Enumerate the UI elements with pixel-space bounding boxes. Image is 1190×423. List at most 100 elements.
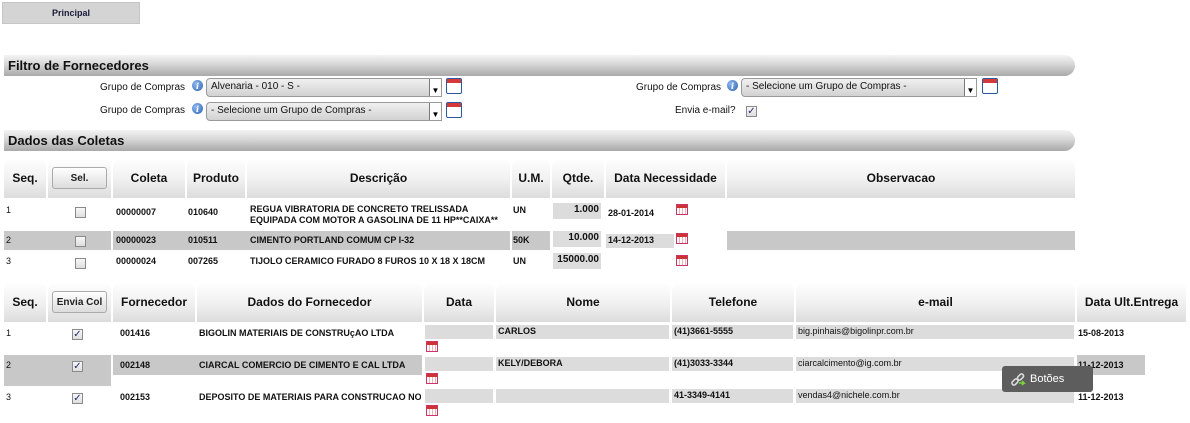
chevron-down-icon: ▼ — [429, 103, 441, 120]
header-seq: Seq. — [4, 158, 46, 198]
row-um: UN — [513, 205, 526, 215]
header-descricao: Descrição — [247, 158, 510, 198]
row-dados: BIGOLIN MATERIAIS DE CONSTRUçAO LTDA — [199, 328, 395, 338]
envia-email-label: Envia e-mail? — [675, 105, 736, 116]
header-fornecedor: Fornecedor — [113, 282, 195, 322]
row-data-ult: 11-12-2013 — [1078, 392, 1124, 402]
section-coletas-title: Dados das Coletas — [4, 130, 1075, 151]
row-descricao: CIMENTO PORTLAND COMUM CP I-32 — [250, 235, 415, 245]
row-codigo: 002153 — [120, 392, 151, 402]
row-data-field[interactable] — [425, 325, 493, 339]
link-icon — [1010, 372, 1026, 387]
row-observacao-field[interactable] — [727, 231, 1075, 250]
row-descricao-line2: EQUIPADA COM MOTOR A GASOLINA DE 11 HP**… — [250, 215, 498, 225]
header-observacao: Observacao — [727, 158, 1075, 198]
header-seq: Seq. — [4, 282, 46, 322]
calendar-icon[interactable] — [446, 78, 462, 94]
row-coleta: 00000023 — [116, 235, 157, 245]
envia-coleta-button[interactable]: Envia Col — [52, 291, 107, 313]
row-telefone-field[interactable]: (41)3661-5555 — [672, 325, 793, 339]
calendar-icon[interactable] — [446, 102, 462, 118]
calendar-icon[interactable] — [982, 78, 998, 94]
row-qtde-input[interactable]: 1.000 — [553, 203, 601, 219]
row-data-field[interactable]: 14-12-2013 — [606, 234, 674, 248]
calendar-icon[interactable] — [426, 341, 438, 352]
tab-principal[interactable]: Principal — [2, 2, 140, 24]
row-produto: 010511 — [188, 235, 218, 245]
row-seq: 2 — [6, 360, 12, 370]
grupo-compras-select-3[interactable]: - Selecione um Grupo de Compras - ▼ — [206, 102, 442, 121]
row-dados: CIARCAL COMERCIO DE CIMENTO E CAL LTDA — [199, 360, 406, 370]
row-nome-field[interactable] — [496, 389, 669, 403]
select-value: Alvenaria - 010 - S - — [211, 81, 300, 92]
header-data: Data — [424, 282, 494, 322]
row-seq: 1 — [6, 205, 12, 215]
grupo-compras-label-2: Grupo de Compras — [636, 82, 722, 93]
header-telefone: Telefone — [672, 282, 794, 322]
header-um: U.M. — [512, 158, 550, 198]
row-telefone-field[interactable]: (41)3033-3344 — [672, 357, 793, 371]
calendar-icon[interactable] — [676, 233, 688, 244]
envia-checkbox[interactable]: ✓ — [72, 393, 83, 404]
envia-checkbox[interactable]: ✓ — [72, 329, 83, 340]
row-produto: 007265 — [188, 256, 219, 266]
calendar-icon[interactable] — [676, 255, 688, 266]
row-seq: 3 — [6, 392, 12, 402]
row-descricao: TIJOLO CERAMICO FURADO 8 FUROS 10 X 18 X… — [250, 256, 486, 266]
row-codigo: 001416 — [120, 328, 151, 338]
header-data-necessidade: Data Necessidade — [606, 158, 725, 198]
calendar-icon[interactable] — [426, 405, 438, 416]
row-produto: 010640 — [188, 207, 219, 217]
row-qtde-input[interactable]: 15000.00 — [553, 253, 601, 269]
calendar-icon[interactable] — [676, 204, 688, 215]
row-dados: DEPOSITO DE MATERIAIS PARA CONSTRUCAO NO — [199, 392, 421, 402]
row-seq: 1 — [6, 328, 12, 338]
header-envia-cell: Envia Col — [48, 282, 111, 322]
header-coleta: Coleta — [113, 158, 185, 198]
info-icon[interactable]: i — [192, 103, 203, 114]
select-value: - Selecione um Grupo de Compras - — [746, 81, 907, 92]
info-icon[interactable]: i — [727, 80, 738, 91]
row-data-field[interactable] — [425, 389, 493, 403]
grupo-compras-select-1[interactable]: Alvenaria - 010 - S - ▼ — [206, 78, 442, 97]
row-coleta: 00000007 — [116, 207, 157, 217]
row-qtde-input[interactable]: 10.000 — [553, 231, 601, 247]
row-select-checkbox[interactable] — [75, 207, 86, 218]
row-nome-field[interactable]: CARLOS — [496, 325, 669, 339]
header-qtde: Qtde. — [552, 158, 604, 198]
calendar-icon[interactable] — [426, 373, 438, 384]
header-nome: Nome — [496, 282, 670, 322]
header-data-ult-entrega: Data Ult.Entrega — [1077, 282, 1186, 322]
row-um: UN — [513, 256, 526, 266]
row-highlight — [4, 355, 111, 386]
chevron-down-icon: ▼ — [964, 79, 976, 96]
header-produto: Produto — [187, 158, 245, 198]
envia-checkbox[interactable]: ✓ — [72, 361, 83, 372]
botoes-label: Botões — [1030, 373, 1065, 385]
botoes-button[interactable]: Botões — [1002, 366, 1093, 392]
info-icon[interactable]: i — [192, 80, 203, 91]
row-seq: 2 — [6, 235, 12, 245]
select-value: - Selecione um Grupo de Compras - — [211, 105, 372, 116]
grupo-compras-label-3: Grupo de Compras — [100, 105, 186, 116]
grupo-compras-select-2[interactable]: - Selecione um Grupo de Compras - ▼ — [741, 78, 977, 97]
row-seq: 3 — [6, 256, 12, 266]
header-dados-fornecedor: Dados do Fornecedor — [197, 282, 422, 322]
row-descricao: REGUA VIBRATORIA DE CONCRETO TRELISSADA — [250, 204, 469, 214]
envia-email-checkbox[interactable]: ✓ — [746, 106, 757, 117]
header-sel-cell: Sel. — [48, 158, 111, 198]
row-um: 50K — [513, 235, 530, 245]
row-highlight — [4, 231, 111, 250]
row-telefone-field[interactable]: 41-3349-4141 — [672, 389, 793, 403]
row-email-field[interactable]: big.pinhais@bigolinpr.com.br — [796, 325, 1074, 339]
row-data: 28-01-2014 — [608, 208, 655, 218]
row-nome-field[interactable]: KELY/DEBORA — [496, 357, 669, 371]
row-codigo: 002148 — [120, 360, 151, 370]
section-filtro-title: Filtro de Fornecedores — [4, 55, 1075, 76]
row-select-checkbox[interactable] — [75, 258, 86, 269]
row-data-field[interactable] — [425, 357, 493, 371]
row-select-checkbox[interactable] — [75, 236, 86, 247]
row-coleta: 00000024 — [116, 256, 157, 266]
sel-button[interactable]: Sel. — [52, 167, 107, 189]
row-data-ult: 15-08-2013 — [1078, 328, 1125, 338]
